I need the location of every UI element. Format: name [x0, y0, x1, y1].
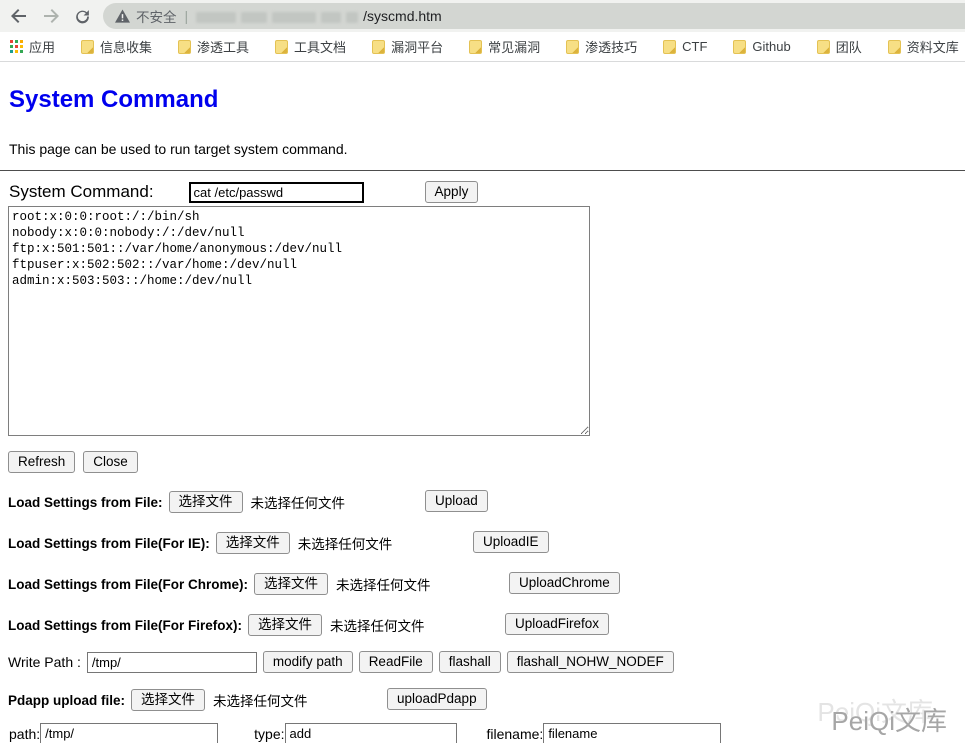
back-icon[interactable] [10, 7, 28, 25]
bookmarks-bar: 应用 信息收集 渗透工具 工具文档 漏洞平台 常见漏洞 渗透技巧 CTF Git… [0, 32, 965, 62]
bookmark-folder-icon [817, 40, 830, 54]
bookmark-label: Github [752, 39, 790, 54]
apps-grid-icon [10, 40, 23, 53]
bookmark-label: 常见漏洞 [488, 37, 540, 56]
watermark: PeiQi文库 PeiQi文库 [831, 701, 947, 738]
bookmark-label: CTF [682, 39, 707, 54]
page-description: This page can be used to run target syst… [0, 114, 965, 157]
load-settings-label: Load Settings from File: [8, 495, 163, 510]
load-settings-chrome-label: Load Settings from File(For Chrome): [8, 577, 248, 592]
write-path-row: Write Path : modify path ReadFile flasha… [8, 651, 965, 673]
bookmark-label: 团队 [836, 37, 862, 56]
refresh-icon[interactable] [74, 8, 91, 25]
upload-button[interactable]: Upload [425, 490, 488, 512]
load-settings-chrome-row: Load Settings from File(For Chrome): 选择文… [8, 572, 965, 596]
bookmark-apps[interactable]: 应用 [10, 37, 55, 56]
upload-ie-button[interactable]: UploadIE [473, 531, 549, 553]
bookmark-folder[interactable]: 团队 [817, 37, 862, 56]
bookmark-folder[interactable]: Github [733, 39, 790, 54]
no-file-chosen-label: 未选择任何文件 [336, 574, 431, 594]
command-output-textarea[interactable]: root:x:0:0:root:/:/bin/sh nobody:x:0:0:n… [8, 206, 590, 436]
upload-pdapp-button[interactable]: uploadPdapp [387, 688, 487, 710]
system-command-label: System Command: [9, 182, 154, 202]
bookmark-folder[interactable]: 工具文档 [275, 37, 346, 56]
upload-chrome-button[interactable]: UploadChrome [509, 572, 620, 594]
url-suffix: /syscmd.htm [363, 8, 442, 24]
bookmark-folder[interactable]: 渗透工具 [178, 37, 249, 56]
bookmark-label: 漏洞平台 [391, 37, 443, 56]
load-settings-ie-row: Load Settings from File(For IE): 选择文件 未选… [8, 531, 965, 555]
choose-file-button[interactable]: 选择文件 [169, 491, 243, 513]
bookmark-folder[interactable]: 资料文库 [888, 37, 959, 56]
path-field-input[interactable] [40, 723, 218, 743]
bookmark-folder-icon [663, 40, 676, 54]
choose-file-button[interactable]: 选择文件 [131, 689, 205, 711]
upload-firefox-button[interactable]: UploadFirefox [505, 613, 609, 635]
bookmark-label: 渗透技巧 [585, 37, 637, 56]
type-field-input[interactable] [285, 723, 457, 743]
filename-field-input[interactable] [543, 723, 721, 743]
browser-toolbar: 不安全 | /syscmd.htm [0, 0, 965, 32]
no-file-chosen-label: 未选择任何文件 [213, 690, 308, 710]
bookmark-folder-icon [275, 40, 288, 54]
bookmark-label: 应用 [29, 37, 55, 56]
system-command-input[interactable] [189, 182, 364, 203]
system-command-row: System Command: Apply [9, 181, 965, 203]
bookmark-folder[interactable]: 信息收集 [81, 37, 152, 56]
bookmark-folder-icon [888, 40, 901, 54]
refresh-close-row: Refresh Close [8, 451, 965, 473]
bookmark-folder-icon [81, 40, 94, 54]
bookmark-label: 工具文档 [294, 37, 346, 56]
bookmark-folder-icon [733, 40, 746, 54]
divider [0, 170, 965, 171]
flashall-nohw-nodef-button[interactable]: flashall_NOHW_NODEF [507, 651, 674, 673]
no-file-chosen-label: 未选择任何文件 [251, 492, 346, 512]
choose-file-button[interactable]: 选择文件 [248, 614, 322, 636]
no-file-chosen-label: 未选择任何文件 [298, 533, 393, 553]
bookmark-folder[interactable]: 常见漏洞 [469, 37, 540, 56]
read-file-button[interactable]: ReadFile [359, 651, 433, 673]
load-settings-row: Load Settings from File: 选择文件 未选择任何文件 Up… [8, 490, 965, 514]
not-secure-warning-icon [115, 9, 130, 23]
no-file-chosen-label: 未选择任何文件 [330, 615, 425, 635]
choose-file-button[interactable]: 选择文件 [254, 573, 328, 595]
load-settings-firefox-row: Load Settings from File(For Firefox): 选择… [8, 613, 965, 637]
pdapp-upload-label: Pdapp upload file: [8, 693, 125, 708]
modify-path-button[interactable]: modify path [263, 651, 353, 673]
page-title: System Command [0, 62, 965, 114]
type-field-label: type: [254, 726, 284, 742]
watermark-text: PeiQi文库 [831, 706, 947, 736]
bookmark-folder[interactable]: CTF [663, 39, 707, 54]
flashall-button[interactable]: flashall [439, 651, 501, 673]
address-bar[interactable]: 不安全 | /syscmd.htm [103, 3, 965, 29]
refresh-button[interactable]: Refresh [8, 451, 75, 473]
choose-file-button[interactable]: 选择文件 [216, 532, 290, 554]
bookmark-label: 信息收集 [100, 37, 152, 56]
bookmark-folder-icon [469, 40, 482, 54]
apply-button[interactable]: Apply [425, 181, 479, 203]
bookmark-folder-icon [566, 40, 579, 54]
security-status-label: 不安全 [136, 6, 177, 26]
close-button[interactable]: Close [83, 451, 138, 473]
bookmark-folder-icon [178, 40, 191, 54]
bookmark-folder[interactable]: 渗透技巧 [566, 37, 637, 56]
filename-field-label: filename: [487, 726, 544, 742]
redacted-url [196, 8, 363, 24]
path-field-label: path: [9, 726, 40, 742]
write-path-input[interactable] [87, 652, 257, 673]
bookmark-label: 资料文库 [907, 37, 959, 56]
forward-icon[interactable] [42, 7, 60, 25]
page-content: System Command This page can be used to … [0, 62, 965, 742]
load-settings-ie-label: Load Settings from File(For IE): [8, 536, 210, 551]
omnibox-separator: | [185, 8, 189, 24]
write-path-label: Write Path : [8, 654, 81, 670]
bookmark-folder[interactable]: 漏洞平台 [372, 37, 443, 56]
load-settings-firefox-label: Load Settings from File(For Firefox): [8, 618, 242, 633]
bookmark-label: 渗透工具 [197, 37, 249, 56]
bookmark-folder-icon [372, 40, 385, 54]
